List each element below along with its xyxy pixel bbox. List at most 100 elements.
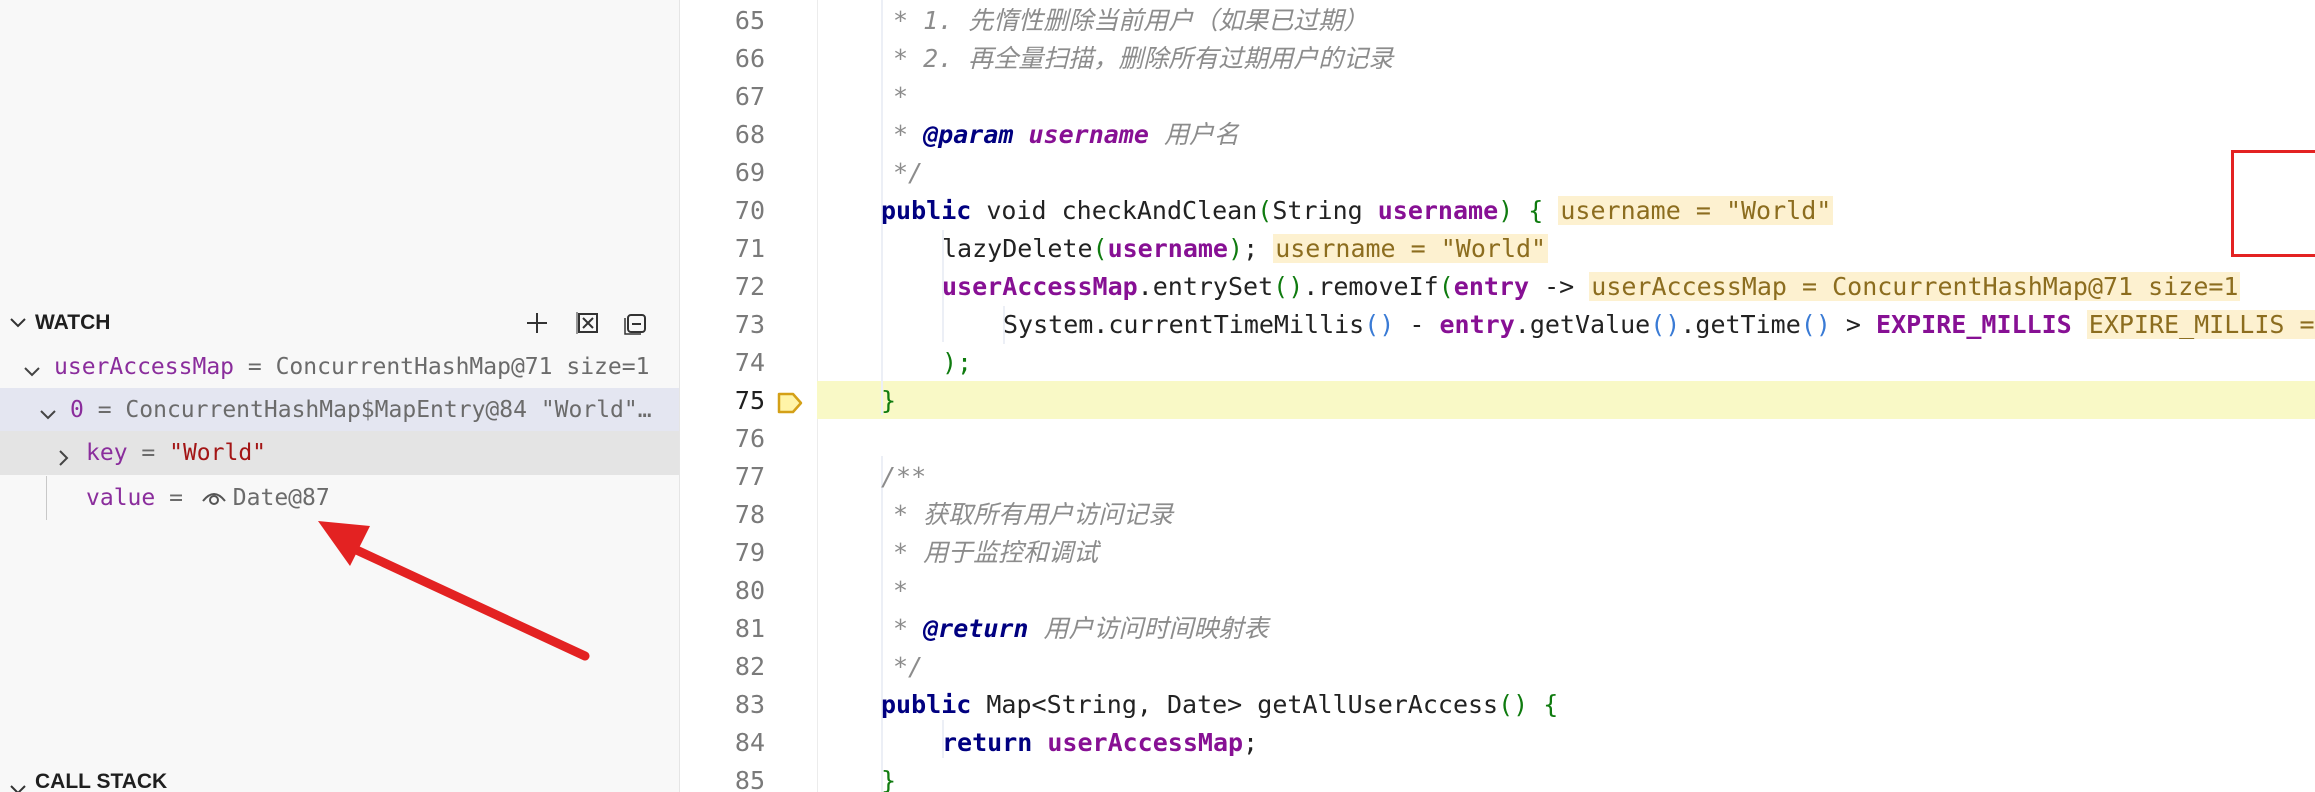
code-text: void checkAndClean [971, 196, 1258, 225]
brace: { [1513, 196, 1544, 225]
call-stack-header[interactable]: CALL STACK [35, 770, 167, 792]
parameter: entry [1439, 310, 1515, 339]
code-line-81: * @return 用户访问时间映射表 [893, 610, 1269, 648]
inline-debug-value: EXPIRE_MILLIS = 600 [2086, 310, 2315, 339]
code-line-82: */ [893, 652, 924, 681]
variable-value: Date@87 [232, 485, 330, 511]
code-line-83: public Map<String, Date> getAllUserAcces… [881, 686, 1558, 724]
code-text: String [1272, 196, 1378, 225]
watch-title: WATCH [35, 311, 111, 334]
watch-item-useraccessmap[interactable]: userAccessMap = ConcurrentHashMap@71 siz… [0, 345, 679, 389]
line-number: 71 [734, 234, 765, 263]
equals-sign: = [155, 485, 197, 511]
line-number: 73 [734, 310, 765, 339]
comment-text: * [893, 120, 924, 149]
chevron-down-icon[interactable] [6, 778, 30, 792]
comment-text: 用户访问时间映射表 [1028, 614, 1269, 643]
equals-sign: = [234, 354, 276, 380]
parameter: username [1107, 234, 1228, 263]
line-number: 80 [734, 576, 765, 605]
line-number: 70 [734, 196, 765, 225]
equals-sign: = [83, 397, 126, 423]
comment-text: 用户名 [1148, 120, 1239, 149]
code-line-68: * @param username 用户名 [893, 116, 1239, 154]
current-line-highlight [817, 381, 2315, 419]
line-number: 68 [734, 120, 765, 149]
paren: ( [1257, 196, 1273, 225]
constant: EXPIRE_MILLIS [1876, 310, 2072, 339]
code-line-65: * 1. 先惰性删除当前用户（如果已过期） [893, 6, 1369, 35]
code-text: ; [1243, 234, 1259, 263]
parameter: username [1377, 196, 1499, 225]
watch-expression: key = "World" [86, 431, 266, 475]
debug-sidebar: WATCH userAccessMap = ConcurrentHashMap@… [0, 0, 680, 792]
line-number: 72 [734, 272, 765, 301]
javadoc-tag: @param [923, 120, 1014, 149]
chevron-down-icon[interactable] [20, 355, 44, 379]
line-number: 85 [734, 766, 765, 792]
indent-guide [881, 456, 883, 792]
paren: ) [1228, 234, 1244, 263]
brace: { [1528, 690, 1559, 719]
line-number: 78 [734, 500, 765, 529]
watch-item-entry-0[interactable]: 0 = ConcurrentHashMap$MapEntry@84 "World… [0, 388, 679, 432]
chevron-down-icon[interactable] [36, 398, 60, 422]
watch-item-key[interactable]: key = "World" [0, 431, 679, 475]
line-number-current: 75 [734, 386, 765, 415]
code-text: Map<String, Date> getAllUserAccess [971, 690, 1499, 719]
variable-name: 0 [70, 397, 84, 423]
code-line-66: * 2. 再全量扫描，删除所有过期用户的记录 [893, 44, 1394, 73]
watch-item-value[interactable]: value = Date@87 [0, 476, 679, 520]
code-text: .entrySet [1137, 272, 1274, 301]
inline-debug-value: username = "World" [1273, 234, 1549, 263]
watch-expression: userAccessMap = ConcurrentHashMap@71 siz… [54, 345, 649, 389]
comment-text: * [893, 614, 924, 643]
field: userAccessMap [942, 272, 1138, 301]
keyword: public [881, 690, 972, 719]
line-number: 81 [734, 614, 765, 643]
line-number: 84 [734, 728, 765, 757]
line-number: 79 [734, 538, 765, 567]
code-text: ; [1243, 728, 1259, 757]
variable-name: key [86, 440, 128, 466]
code-line-79: * 用于监控和调试 [893, 538, 1099, 567]
line-number: 66 [734, 44, 765, 73]
paren: () [1498, 690, 1529, 719]
code-text: .removeIf [1303, 272, 1439, 301]
paren: ( [1438, 272, 1454, 301]
line-number: 82 [734, 652, 765, 681]
chevron-right-icon[interactable] [52, 441, 76, 466]
inline-debug-value: username = "World" [1558, 196, 1834, 225]
paren: ) [1498, 196, 1514, 225]
watch-expression: value = Date@87 [86, 476, 330, 520]
variable-name: value [86, 485, 156, 511]
line-number: 74 [734, 348, 765, 377]
paren: () [1650, 310, 1681, 339]
collapse-all-icon[interactable] [622, 309, 650, 337]
code-line-77: /** [881, 462, 927, 491]
keyword: return [942, 728, 1033, 757]
chevron-down-icon[interactable] [6, 311, 30, 335]
watch-section-header[interactable]: WATCH [0, 301, 679, 345]
equals-sign: = [127, 440, 170, 466]
code-line-85: } [881, 766, 897, 792]
remove-all-expressions-icon[interactable] [574, 309, 602, 337]
code-line-72: userAccessMap.entrySet().removeIf(entry … [942, 268, 2241, 306]
variable-value: ConcurrentHashMap$MapEntry@84 "World"… [125, 397, 652, 423]
eye-icon[interactable] [201, 487, 227, 507]
code-line-73: System.currentTimeMillis() - entry.getVa… [1003, 306, 2315, 344]
code-line-84: return userAccessMap; [942, 724, 1258, 762]
variable-name: userAccessMap [54, 354, 235, 380]
code-line-67: * [893, 82, 909, 111]
javadoc-param: username [1028, 120, 1149, 149]
code-line-69: */ [893, 158, 924, 187]
variable-value: ConcurrentHashMap@71 size=1 [275, 354, 650, 380]
code-editor[interactable]: 65 66 67 68 69 70 71 72 73 74 75 76 77 7… [681, 0, 2315, 792]
debug-breakpoint-icon[interactable] [776, 391, 804, 415]
annotation-highlight-box [2231, 150, 2315, 257]
add-expression-icon[interactable] [523, 309, 551, 337]
keyword: public [881, 196, 972, 225]
paren: () [1273, 272, 1304, 301]
line-number: 76 [734, 424, 765, 453]
paren: ( [1092, 234, 1108, 263]
